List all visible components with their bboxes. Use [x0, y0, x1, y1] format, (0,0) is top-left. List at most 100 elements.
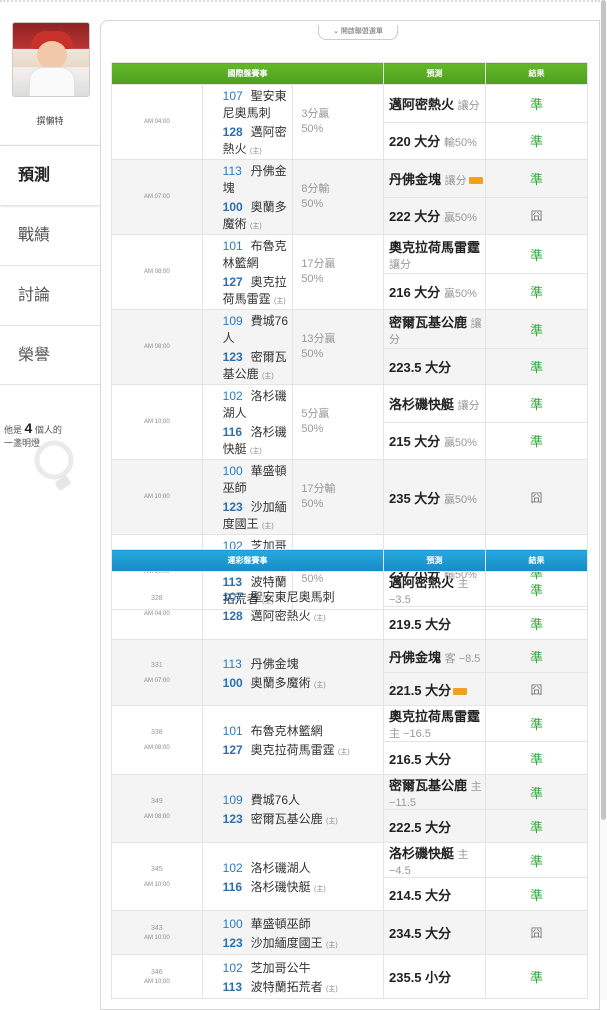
prediction-total: 220 大分 輸50%: [383, 121, 486, 160]
team1-number: 100: [222, 464, 243, 478]
handicap-value: 13分贏: [301, 333, 336, 345]
match-time: AM 10:00: [111, 384, 203, 460]
table-row: 346 AM 10:00 102 芝加哥公牛 113 波特蘭拓荒者 (主) 235.5…: [111, 954, 588, 999]
prediction-total-value: 215 大分: [389, 434, 441, 450]
username[interactable]: 撰懶特: [0, 114, 100, 127]
hot-badge-icon: [453, 687, 468, 695]
prediction-total-odds: 贏50%: [443, 437, 477, 450]
handicap-percent: 50%: [301, 423, 324, 435]
prediction-total-odds: 輸50%: [443, 137, 477, 150]
result-badge: 準: [485, 421, 588, 460]
prediction-spread: 洛杉磯快艇 主 −4.5: [383, 842, 486, 878]
result-badge: 準: [485, 384, 588, 423]
result-badge: 準: [485, 842, 588, 878]
match-time: AM 04:00: [143, 610, 170, 617]
match-time: AM 10:00: [143, 978, 170, 985]
result-badge: 囧: [485, 459, 588, 535]
team1-name[interactable]: 洛杉磯湖人: [251, 861, 311, 875]
handicap-percent: 50%: [301, 273, 324, 285]
prediction-team: 洛杉磯快艇: [389, 396, 455, 412]
home-tag: (主): [326, 817, 338, 825]
team2-number: 100: [222, 200, 243, 214]
nav-record[interactable]: 戰績: [0, 205, 100, 265]
matchup: 102 洛杉磯湖人 116 洛杉磯快艇 (主): [201, 842, 385, 911]
team1-number: 107: [222, 89, 243, 103]
expand-league-menu[interactable]: ⌄ 開啟聯盟選單: [318, 25, 398, 40]
nav-predict[interactable]: 預測: [0, 145, 100, 205]
result-badge: 準: [485, 774, 588, 810]
result-badge: 囧: [485, 910, 588, 955]
result-badge: 準: [485, 606, 588, 640]
prediction-total-value: 235 大分: [389, 490, 441, 506]
home-tag: (主): [326, 941, 338, 949]
team1-name[interactable]: 華盛頓巫師: [251, 917, 311, 931]
prediction-total: 219.5 大分: [383, 606, 486, 640]
team1-name[interactable]: 聖安東尼奧馬刺: [251, 590, 335, 604]
slot-number: 328: [150, 594, 163, 602]
scrollbar[interactable]: [600, 0, 607, 1000]
team2-name[interactable]: 奧蘭多魔術: [251, 676, 311, 690]
prediction-spread: 奧克拉荷馬雷霆 主 −16.5: [383, 705, 486, 742]
team2-name[interactable]: 波特蘭拓荒者: [251, 980, 323, 994]
prediction-team: 丹佛金塊: [389, 649, 442, 665]
prediction-spread: 丹佛金塊 客 −8.5: [383, 639, 486, 673]
team2-number: 123: [222, 350, 243, 364]
nav-discuss[interactable]: 討論: [0, 265, 100, 325]
table-row: AM 07:00 113 丹佛金塊 100 奧蘭多魔術 (主) 8分輸 50% 丹佛金…: [111, 159, 588, 235]
matchup: 109 費城76人 123 密爾瓦基公鹿 (主): [201, 309, 294, 385]
slot-number: 331: [150, 661, 163, 669]
prediction-total: 234.5 大分: [383, 910, 486, 955]
team1-number: 102: [222, 860, 243, 875]
prediction-total-value: 216 大分: [389, 285, 441, 301]
team2-number: 123: [222, 811, 243, 826]
match-time: AM 08:00: [143, 813, 170, 820]
match-slot-time: 343 AM 10:00: [111, 910, 203, 955]
handicap: 5分贏 50%: [292, 384, 384, 460]
nav-honor[interactable]: 榮譽: [0, 325, 100, 385]
team1-name[interactable]: 丹佛金塊: [251, 657, 299, 671]
avatar[interactable]: [12, 22, 90, 97]
result-badge: 準: [485, 84, 588, 123]
team2-name[interactable]: 洛杉磯快艇: [251, 880, 311, 894]
team2-name[interactable]: 邁阿密熱火: [251, 609, 311, 623]
international-header: 國際盤賽事: [111, 62, 384, 85]
prediction-total: 222.5 大分: [383, 809, 486, 843]
team2-name[interactable]: 沙加緬度國王: [251, 936, 323, 950]
team2-name[interactable]: 密爾瓦基公鹿: [251, 812, 323, 826]
home-tag: (主): [274, 298, 286, 305]
result-badge: 準: [485, 121, 588, 160]
result-badge: 囧: [485, 196, 588, 235]
match-slot-time: 328 AM 04:00: [111, 571, 203, 640]
prediction-total-value: 222.5 大分: [389, 819, 452, 835]
prediction-spread: 邁阿密熱火 主 −3.5: [383, 571, 486, 607]
handicap-value: 8分輸: [301, 183, 330, 195]
scrollbar-thumb[interactable]: [601, 0, 606, 820]
match-time: AM 08:00: [143, 745, 170, 751]
team2-name[interactable]: 奧克拉荷馬雷霆: [251, 743, 335, 757]
prediction-type: 讓分: [457, 399, 480, 412]
match-slot-time: 346 AM 10:00: [111, 954, 203, 999]
prediction-spread: 密爾瓦基公鹿 讓分: [383, 308, 486, 350]
match-time: AM 08:00: [111, 309, 203, 385]
table-row: AM 04:00 107 聖安東尼奧馬刺 128 邁阿密熱火 (主) 3分贏 50% …: [111, 84, 588, 160]
team1-name[interactable]: 布魯克林籃網: [251, 724, 323, 738]
team2-number: 116: [222, 879, 243, 894]
prediction-total-odds: 贏50%: [443, 493, 477, 506]
result-badge: 準: [485, 159, 588, 198]
team2-number: 116: [222, 425, 243, 439]
lightbulb-icon[interactable]: [30, 440, 78, 496]
team1-name[interactable]: 芝加哥公牛: [251, 961, 311, 975]
handicap-percent: 50%: [301, 123, 324, 135]
home-tag: (主): [314, 681, 326, 689]
handicap-percent: 50%: [301, 348, 324, 360]
prediction-spread: 邁阿密熱火 讓分: [383, 84, 486, 123]
handicap: 17分贏 50%: [292, 234, 384, 310]
handicap: 3分贏 50%: [292, 84, 384, 160]
matchup: 102 芝加哥公牛 113 波特蘭拓荒者 (主): [201, 954, 385, 999]
result-header: 結果: [485, 62, 588, 85]
avatar-body: [29, 67, 75, 96]
team1-name[interactable]: 費城76人: [251, 793, 300, 807]
match-slot-time: 349 AM 08:00: [111, 774, 203, 843]
table-row: AM 08:00 109 費城76人 123 密爾瓦基公鹿 (主) 13分贏 50% …: [111, 308, 588, 385]
slot-number: 338: [150, 729, 163, 736]
